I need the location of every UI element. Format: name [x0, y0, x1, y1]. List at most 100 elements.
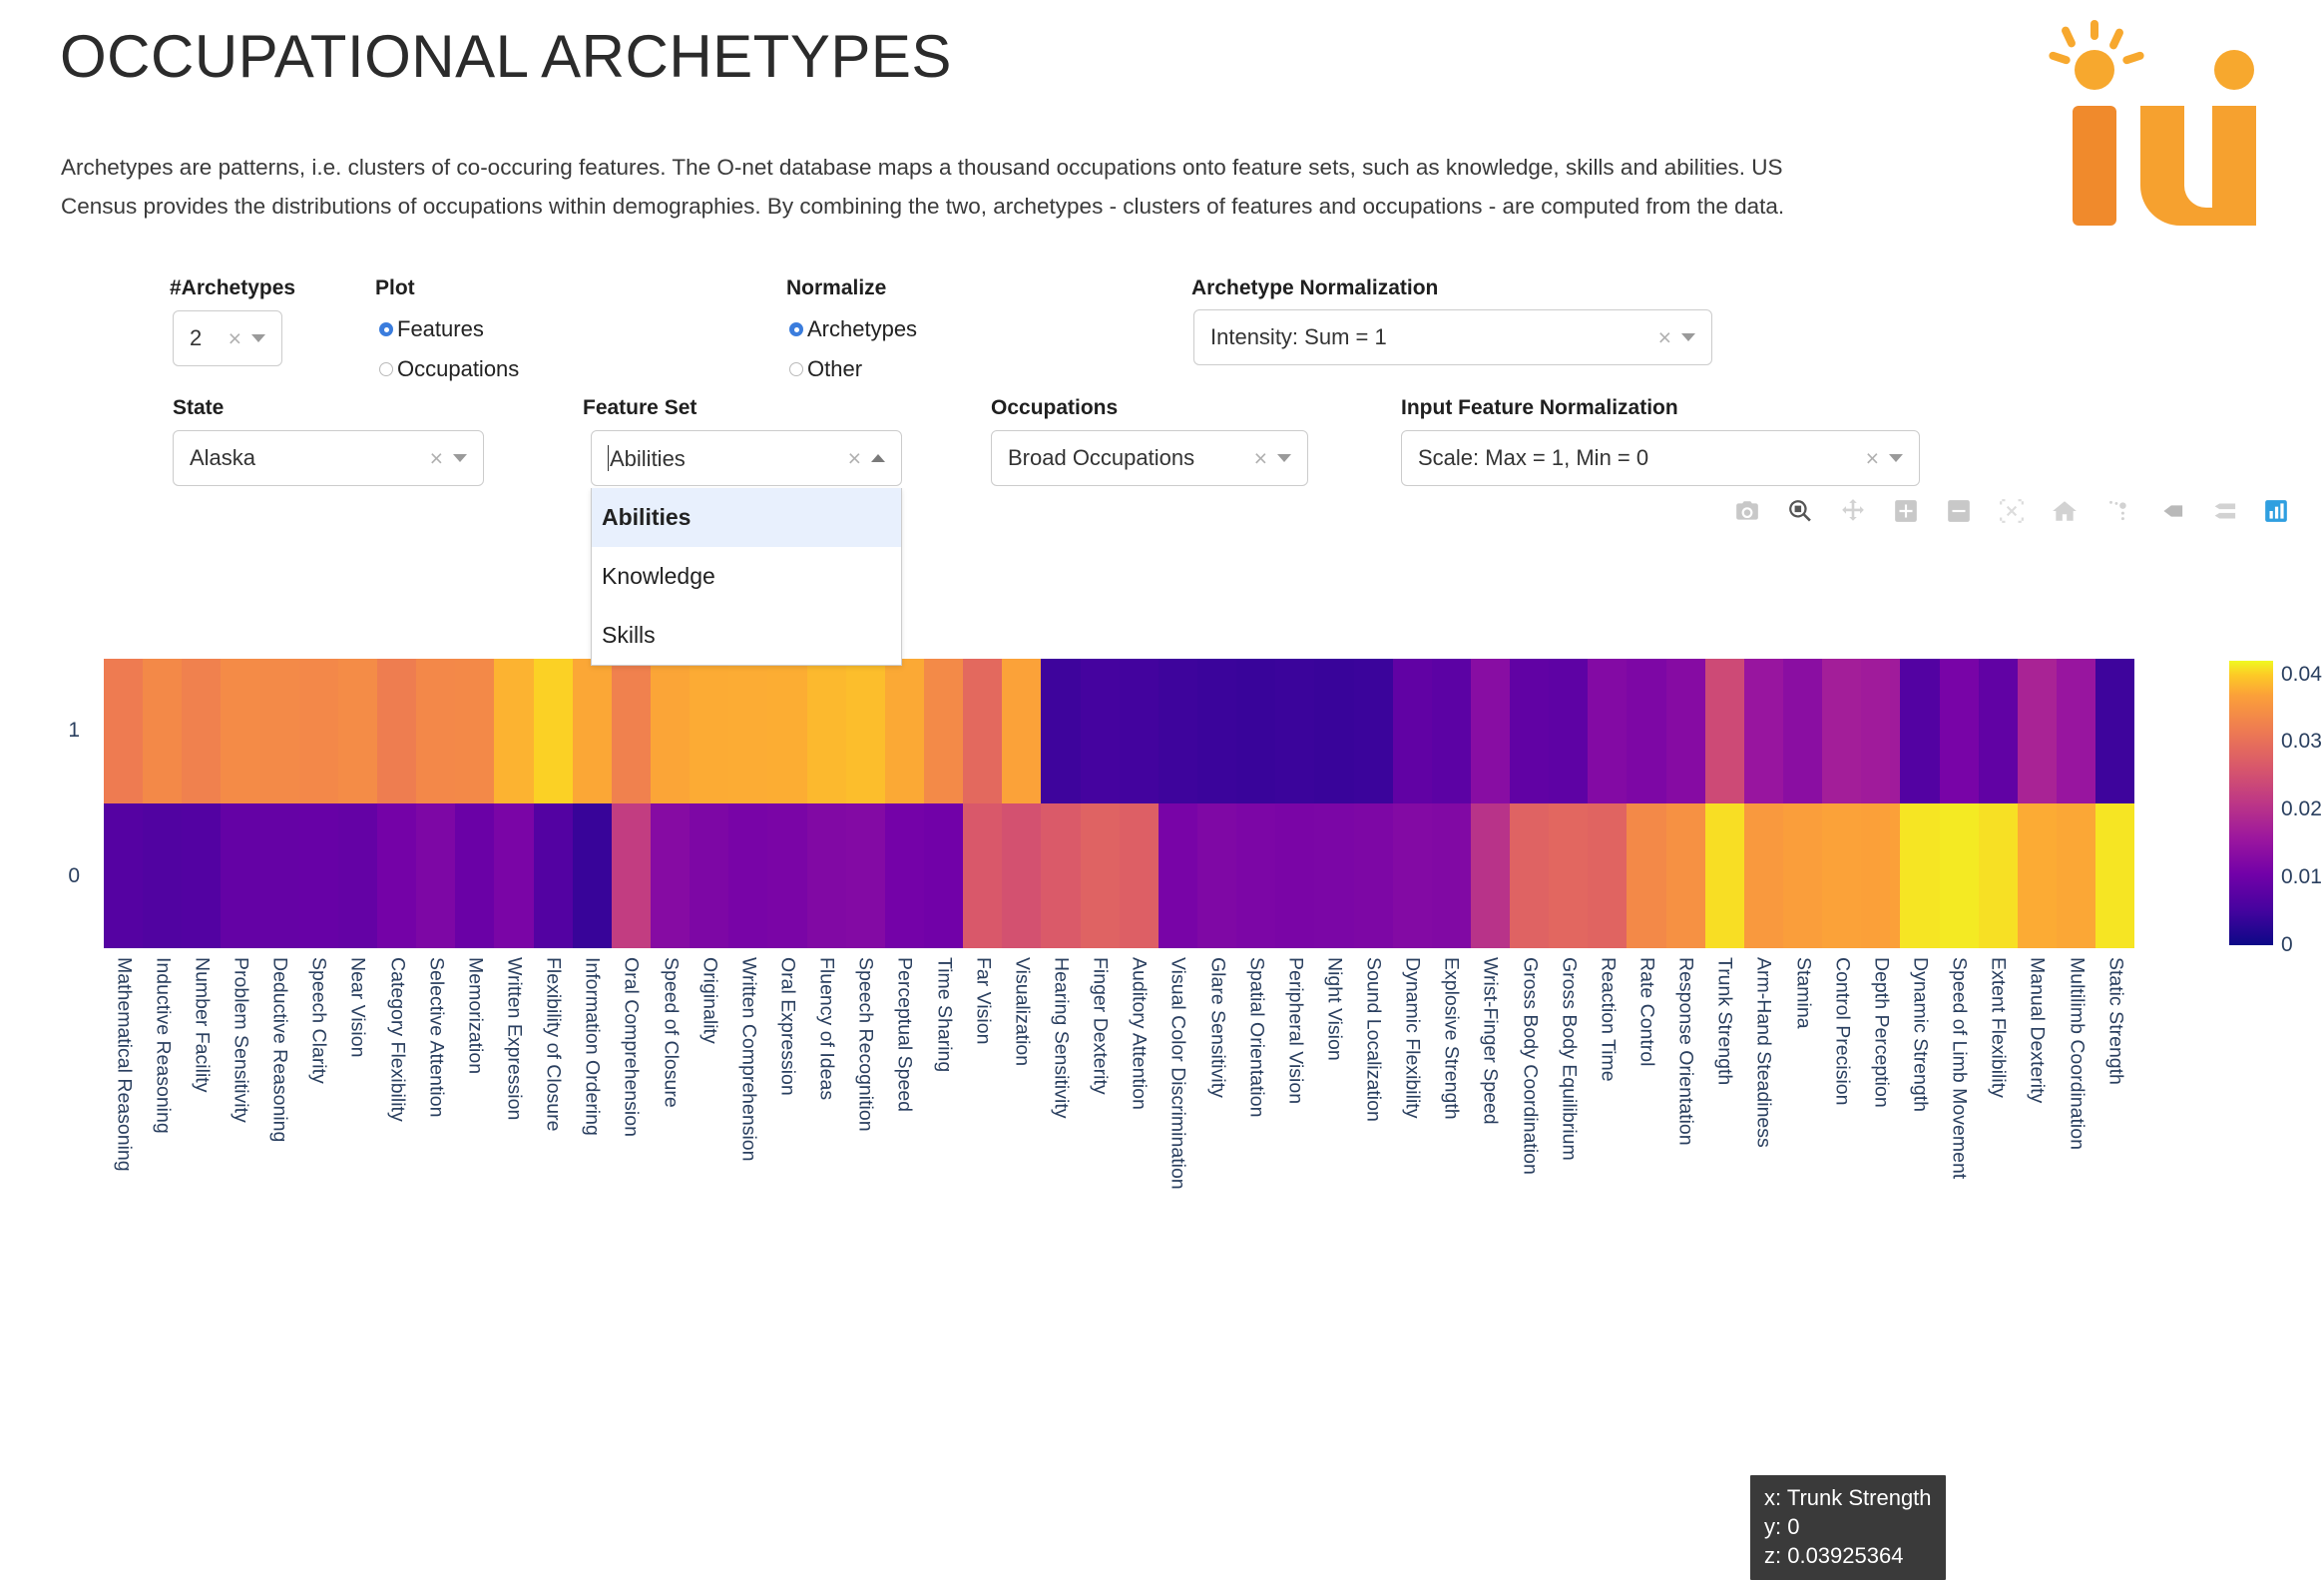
- feature-set-option-skills[interactable]: Skills: [592, 606, 901, 665]
- heatmap-cell[interactable]: [259, 803, 299, 948]
- heatmap-cell[interactable]: [1704, 659, 1744, 803]
- plot-radio-occupations[interactable]: Occupations: [379, 356, 519, 382]
- input-feature-normalization-chevron-down-icon[interactable]: [1889, 454, 1903, 462]
- heatmap-cell[interactable]: [1822, 803, 1862, 948]
- heatmap-cell[interactable]: [1119, 803, 1159, 948]
- heatmap-cell[interactable]: [494, 803, 534, 948]
- heatmap-cell[interactable]: [376, 803, 417, 948]
- heatmap-cell[interactable]: [376, 659, 417, 803]
- feature-set-dropdown-menu[interactable]: Abilities Knowledge Skills: [591, 488, 902, 666]
- heatmap-cell[interactable]: [1353, 659, 1393, 803]
- heatmap-cell[interactable]: [650, 659, 691, 803]
- heatmap-cell[interactable]: [728, 803, 768, 948]
- heatmap-cell[interactable]: [2057, 803, 2096, 948]
- plotly-logo-icon[interactable]: [2262, 497, 2290, 525]
- heatmap-cell[interactable]: [884, 803, 924, 948]
- heatmap-cell[interactable]: [1900, 803, 1940, 948]
- archetypes-clear-icon[interactable]: ×: [225, 326, 251, 350]
- heatmap-cell[interactable]: [1041, 659, 1081, 803]
- heatmap-cell[interactable]: [611, 659, 651, 803]
- heatmap-cell[interactable]: [806, 659, 846, 803]
- heatmap-cell[interactable]: [845, 803, 885, 948]
- heatmap-cell[interactable]: [2017, 803, 2058, 948]
- heatmap-cell[interactable]: [963, 659, 1003, 803]
- heatmap-cell[interactable]: [1275, 659, 1315, 803]
- heatmap-cell[interactable]: [533, 659, 573, 803]
- input-feature-normalization-clear-icon[interactable]: ×: [1862, 446, 1889, 470]
- heatmap-cell[interactable]: [1119, 659, 1159, 803]
- heatmap-cell[interactable]: [1627, 659, 1666, 803]
- heatmap-cell[interactable]: [1743, 803, 1784, 948]
- heatmap-cell[interactable]: [650, 803, 691, 948]
- heatmap-cell[interactable]: [767, 659, 807, 803]
- heatmap-cell[interactable]: [1510, 659, 1550, 803]
- heatmap-cell[interactable]: [1978, 659, 2018, 803]
- heatmap-cell[interactable]: [143, 659, 183, 803]
- occupations-select[interactable]: Broad Occupations ×: [991, 430, 1308, 486]
- heatmap-cell[interactable]: [1588, 803, 1627, 948]
- feature-set-clear-icon[interactable]: ×: [844, 446, 871, 470]
- heatmap-cell[interactable]: [1196, 803, 1237, 948]
- heatmap-cell[interactable]: [611, 803, 651, 948]
- feature-set-option-knowledge[interactable]: Knowledge: [592, 547, 901, 606]
- feature-set-input[interactable]: Abilities: [608, 444, 844, 472]
- feature-set-chevron-up-icon[interactable]: [871, 454, 885, 462]
- heatmap-cell[interactable]: [1939, 659, 1979, 803]
- heatmap-cell[interactable]: [337, 659, 377, 803]
- radio-occupations-icon[interactable]: [379, 362, 393, 376]
- heatmap-cell[interactable]: [1041, 803, 1081, 948]
- heatmap-cell[interactable]: [728, 659, 768, 803]
- heatmap-cell[interactable]: [1431, 803, 1471, 948]
- heatmap-cell[interactable]: [104, 659, 144, 803]
- heatmap-cell[interactable]: [1392, 659, 1432, 803]
- heatmap-cell[interactable]: [2017, 659, 2058, 803]
- heatmap-cell[interactable]: [259, 659, 299, 803]
- heatmap-cell[interactable]: [2057, 659, 2096, 803]
- heatmap-cell[interactable]: [1665, 803, 1705, 948]
- zoom-in-icon[interactable]: [1892, 497, 1920, 525]
- occupations-chevron-down-icon[interactable]: [1277, 454, 1291, 462]
- heatmap-cell[interactable]: [767, 803, 807, 948]
- heatmap-cell[interactable]: [1080, 659, 1120, 803]
- archetype-normalization-chevron-down-icon[interactable]: [1681, 333, 1695, 341]
- heatmap-cell[interactable]: [1002, 803, 1042, 948]
- heatmap-cell[interactable]: [690, 659, 729, 803]
- occupations-clear-icon[interactable]: ×: [1250, 446, 1277, 470]
- heatmap-cell[interactable]: [1470, 659, 1511, 803]
- reset-axes-home-icon[interactable]: [2051, 497, 2079, 525]
- spike-lines-icon[interactable]: [2103, 497, 2131, 525]
- heatmap-cell[interactable]: [1314, 803, 1354, 948]
- heatmap-cell[interactable]: [1314, 659, 1354, 803]
- heatmap-cell[interactable]: [1431, 659, 1471, 803]
- heatmap-cell[interactable]: [1939, 803, 1979, 948]
- heatmap-row-1[interactable]: [104, 659, 2135, 803]
- heatmap-cell[interactable]: [1549, 803, 1589, 948]
- feature-set-select[interactable]: Abilities ×: [591, 430, 902, 486]
- normalize-radio-other[interactable]: Other: [789, 356, 862, 382]
- heatmap-cell[interactable]: [1353, 803, 1393, 948]
- zoom-icon[interactable]: [1786, 497, 1814, 525]
- heatmap-cell[interactable]: [1510, 803, 1550, 948]
- heatmap-cell[interactable]: [494, 659, 534, 803]
- heatmap-cell[interactable]: [104, 803, 144, 948]
- feature-set-option-abilities[interactable]: Abilities: [592, 488, 901, 547]
- archetypes-chevron-down-icon[interactable]: [251, 334, 265, 342]
- heatmap-cell[interactable]: [1392, 803, 1432, 948]
- zoom-out-icon[interactable]: [1945, 497, 1973, 525]
- heatmap-row-0[interactable]: [104, 803, 2135, 948]
- heatmap-cell[interactable]: [1978, 803, 2018, 948]
- heatmap-cell[interactable]: [1627, 803, 1666, 948]
- heatmap-cell[interactable]: [1588, 659, 1627, 803]
- camera-icon[interactable]: [1733, 497, 1761, 525]
- heatmap-cell[interactable]: [690, 803, 729, 948]
- heatmap-cell[interactable]: [845, 659, 885, 803]
- heatmap-cell[interactable]: [1665, 659, 1705, 803]
- hover-closest-icon[interactable]: [2156, 497, 2184, 525]
- heatmap-cell[interactable]: [572, 659, 612, 803]
- heatmap-cell[interactable]: [923, 803, 964, 948]
- heatmap-cell[interactable]: [1158, 803, 1197, 948]
- radio-features-icon[interactable]: [379, 322, 393, 336]
- heatmap-cell[interactable]: [1470, 803, 1511, 948]
- radio-other-icon[interactable]: [789, 362, 803, 376]
- heatmap-plot[interactable]: 1 0 Mathematical Reasoning Inductive Reas…: [0, 649, 2324, 1582]
